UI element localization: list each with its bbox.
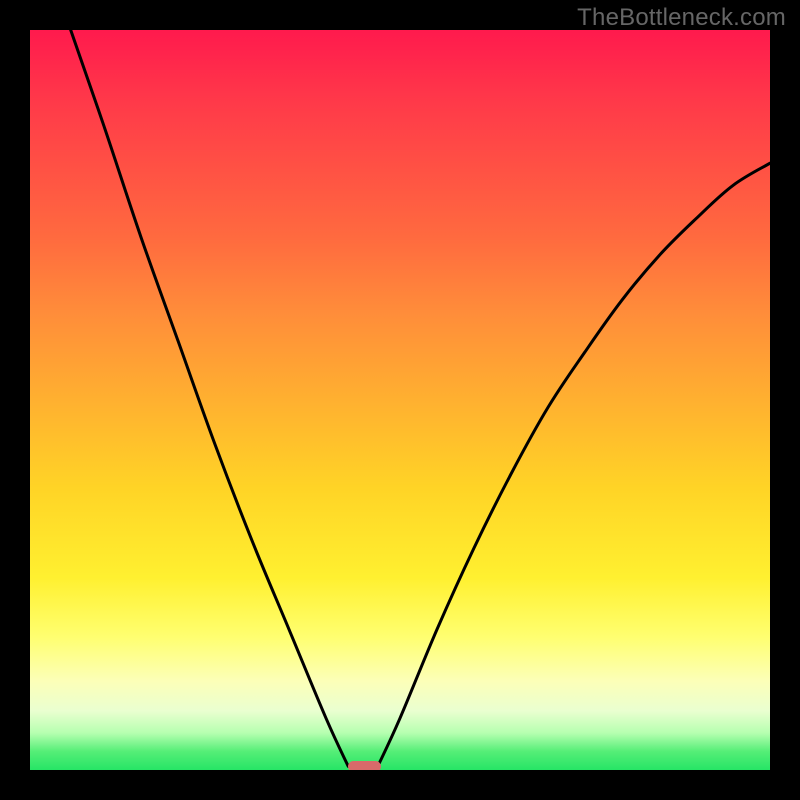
watermark-text: TheBottleneck.com xyxy=(577,4,786,32)
curve-layer xyxy=(30,30,770,770)
plot-area xyxy=(30,30,770,770)
value-marker xyxy=(348,761,381,770)
chart-frame: TheBottleneck.com xyxy=(0,0,800,800)
curve-right xyxy=(378,163,770,766)
curve-left xyxy=(71,30,349,766)
